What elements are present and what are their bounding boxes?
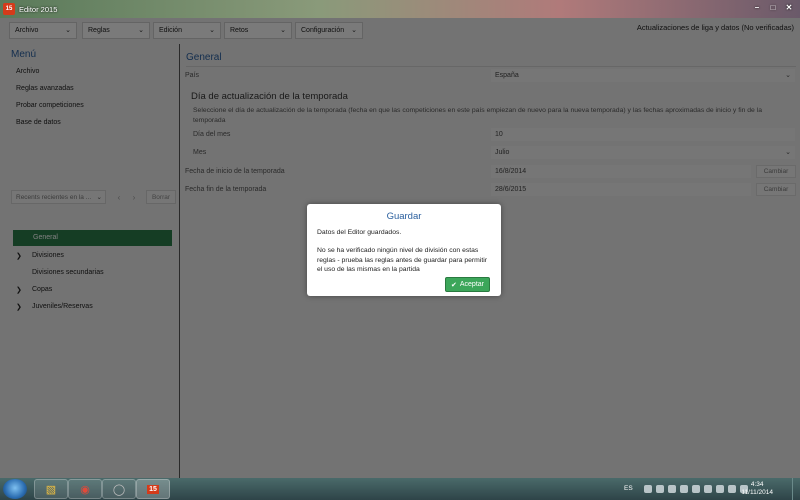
maximize-icon[interactable]: □ <box>766 1 780 13</box>
app-icon: 15 <box>3 3 15 15</box>
chrome-icon[interactable]: ◉ <box>68 479 102 499</box>
accept-button[interactable]: ✔ Aceptar <box>445 277 490 292</box>
window-controls: – □ ✕ <box>750 1 796 13</box>
taskbar: ▧ ◉ ◯ 15 ES 4:34 11/11/2014 <box>0 478 800 500</box>
dialog-message: No se ha verificado ningún nivel de divi… <box>317 247 488 273</box>
file-explorer-icon[interactable]: ▧ <box>34 479 68 499</box>
language-indicator[interactable]: ES <box>624 485 633 492</box>
start-button[interactable] <box>3 479 27 499</box>
tray-app-icon[interactable] <box>716 485 724 493</box>
system-clock[interactable]: 4:34 11/11/2014 <box>741 481 773 497</box>
steam-icon[interactable] <box>656 485 664 493</box>
dialog-title: Guardar <box>386 211 422 222</box>
network-icon[interactable] <box>728 485 736 493</box>
window-titlebar: 15 Editor 2015 – □ ✕ <box>0 0 800 18</box>
tray-app-icon[interactable] <box>704 485 712 493</box>
tray-app-icon[interactable] <box>668 485 676 493</box>
nvidia-icon[interactable] <box>680 485 688 493</box>
dialog-saved-text: Datos del Editor guardados. <box>317 229 402 236</box>
accept-label: Aceptar <box>459 281 484 288</box>
media-player-icon[interactable]: ◯ <box>102 479 136 499</box>
minimize-icon[interactable]: – <box>750 1 764 13</box>
check-icon: ✔ <box>451 281 457 289</box>
show-desktop-button[interactable] <box>792 478 800 500</box>
window-title: Editor 2015 <box>19 4 58 14</box>
clock-date: 11/11/2014 <box>741 489 773 496</box>
editor-taskbar-icon[interactable]: 15 <box>136 479 170 499</box>
save-dialog: Guardar Datos del Editor guardados. No s… <box>307 204 501 296</box>
tray-app-icon[interactable] <box>692 485 700 493</box>
clock-time: 4:34 <box>750 481 764 488</box>
close-icon[interactable]: ✕ <box>782 1 796 13</box>
tray-app-icon[interactable] <box>644 485 652 493</box>
